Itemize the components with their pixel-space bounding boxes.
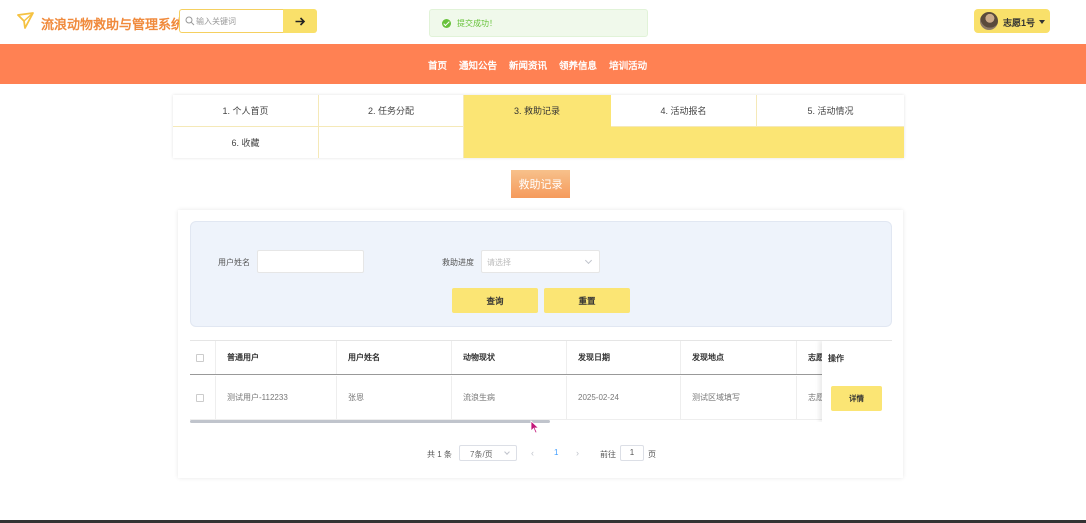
page-number[interactable]: 1 <box>554 448 558 457</box>
goto-page-input[interactable]: 1 <box>620 445 644 461</box>
table-header: 普通用户 用户姓名 动物现状 发现日期 发现地点 志愿者 <box>190 341 892 375</box>
goto-label: 前往 <box>600 450 616 459</box>
success-toast: 提交成功！ <box>429 9 648 37</box>
tab-empty <box>319 127 464 158</box>
filter-form: 用户姓名 救助进度 请选择 查询 重置 <box>190 221 892 327</box>
tab-rescue-records[interactable]: 3. 救助记录 <box>464 95 611 127</box>
search-icon <box>185 16 195 26</box>
tab-highlight-fill <box>464 127 904 158</box>
reset-button[interactable]: 重置 <box>544 288 630 313</box>
col-found-location: 发现地点 <box>681 341 797 374</box>
cell-animal-status: 流浪生病 <box>452 376 567 419</box>
records-table: 普通用户 用户姓名 动物现状 发现日期 发现地点 志愿者 测试用户-112233… <box>190 340 892 422</box>
col-found-date: 发现日期 <box>567 341 681 374</box>
detail-button[interactable]: 详情 <box>831 386 882 411</box>
row-checkbox[interactable] <box>196 393 204 402</box>
pagination: 共 1 条 7条/页 ‹ 1 › 前往 1 页 <box>178 445 903 463</box>
page-suffix: 页 <box>648 450 656 459</box>
nav-adoption[interactable]: 领养信息 <box>559 58 597 72</box>
user-name: 志愿1号 <box>1003 18 1036 28</box>
tab-activity-signup[interactable]: 4. 活动报名 <box>611 95 757 127</box>
search-input[interactable] <box>196 13 280 29</box>
cell-name: 张恩 <box>337 376 452 419</box>
nav-training[interactable]: 培训活动 <box>609 58 647 72</box>
username-input[interactable] <box>257 250 364 273</box>
table-row: 测试用户-112233 张恩 流浪生病 2025-02-24 测试区域填写 志愿… <box>190 376 892 420</box>
chevron-down-icon <box>504 449 510 455</box>
tab-task-assignment[interactable]: 2. 任务分配 <box>319 95 464 127</box>
col-animal-status: 动物现状 <box>452 341 567 374</box>
center-tabs: 1. 个人首页 2. 任务分配 3. 救助记录 4. 活动报名 5. 活动情况 … <box>173 95 904 158</box>
progress-select[interactable]: 请选择 <box>481 250 600 273</box>
next-page-icon[interactable]: › <box>576 448 579 458</box>
nav-notices[interactable]: 通知公告 <box>459 58 497 72</box>
page-size-select[interactable]: 7条/页 <box>459 445 517 461</box>
username-label: 用户姓名 <box>218 258 250 267</box>
operation-column: 操作 详情 <box>822 341 892 422</box>
section-title: 救助记录 <box>511 170 570 198</box>
nav-home[interactable]: 首页 <box>428 58 447 72</box>
query-button[interactable]: 查询 <box>452 288 538 313</box>
col-name: 用户姓名 <box>337 341 452 374</box>
col-user: 普通用户 <box>216 341 337 374</box>
page: 流浪动物救助与管理系统 提交成功！ 志愿1号 首页 通知公告 <box>0 0 1086 523</box>
prev-page-icon[interactable]: ‹ <box>531 448 534 458</box>
nav-news[interactable]: 新闻资讯 <box>509 58 547 72</box>
search-box <box>179 9 283 33</box>
check-circle-icon <box>442 19 451 28</box>
cell-found-date: 2025-02-24 <box>567 376 681 419</box>
user-menu[interactable]: 志愿1号 <box>974 9 1050 33</box>
progress-placeholder: 请选择 <box>487 258 511 267</box>
pagination-total: 共 1 条 <box>427 450 452 459</box>
mouse-cursor-icon <box>530 420 540 434</box>
search-button[interactable] <box>283 9 317 33</box>
tab-personal-home[interactable]: 1. 个人首页 <box>173 95 319 127</box>
caret-down-icon <box>1039 20 1045 24</box>
horizontal-scrollbar[interactable] <box>190 420 550 423</box>
cell-found-location: 测试区域填写 <box>681 376 797 419</box>
chevron-down-icon <box>584 256 593 265</box>
page-size-value: 7条/页 <box>470 450 493 459</box>
toast-message: 提交成功！ <box>457 19 497 28</box>
brand-title[interactable]: 流浪动物救助与管理系统 <box>41 14 184 33</box>
main-nav: 首页 通知公告 新闻资讯 领养信息 培训活动 <box>0 44 1086 84</box>
tab-activity-status[interactable]: 5. 活动情况 <box>757 95 904 127</box>
avatar <box>980 12 998 30</box>
cell-user: 测试用户-112233 <box>216 376 337 419</box>
progress-label: 救助进度 <box>442 258 474 267</box>
arrow-right-icon <box>295 16 305 26</box>
header: 流浪动物救助与管理系统 提交成功！ 志愿1号 <box>0 0 1086 44</box>
select-all-checkbox[interactable] <box>196 353 204 362</box>
operation-header: 操作 <box>828 354 844 363</box>
tab-favorites[interactable]: 6. 收藏 <box>173 127 319 158</box>
paper-plane-logo-icon <box>17 12 34 29</box>
records-panel: 用户姓名 救助进度 请选择 查询 重置 普通用户 用户姓名 动物现状 发现日期 … <box>178 210 903 478</box>
